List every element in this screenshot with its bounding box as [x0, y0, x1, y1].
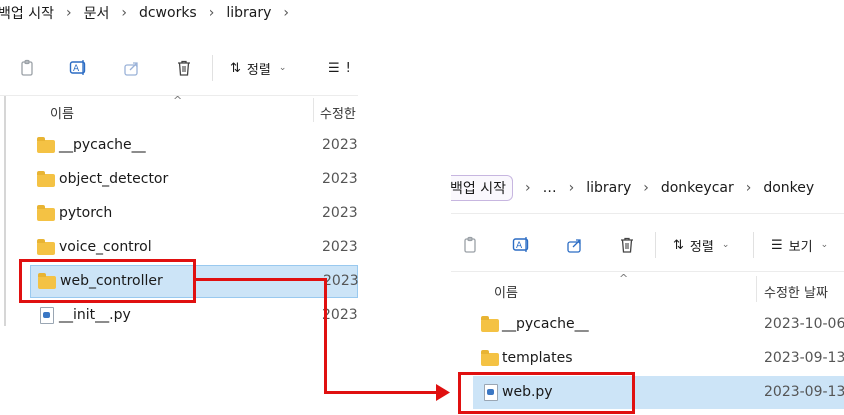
view-list-icon: ☰ — [771, 237, 783, 253]
sort-icon: ⇅ — [230, 60, 241, 76]
item-date: 2023- — [322, 171, 358, 187]
trash-icon[interactable] — [616, 234, 638, 256]
breadcrumb-separator — [451, 213, 844, 214]
column-header: 이름 ^ 수정한 날짜 — [451, 272, 844, 302]
view-button[interactable]: ☰ ! — [328, 61, 351, 76]
chevron-right-icon: › — [643, 180, 649, 196]
column-divider — [313, 98, 314, 122]
item-name: templates — [502, 350, 573, 366]
paste-icon[interactable] — [459, 234, 481, 256]
folder-icon — [481, 316, 499, 332]
toolbar: A ⇅ 정렬 ⌄ ☰ 보기 ⌄ — [451, 232, 844, 258]
paste-icon[interactable] — [16, 57, 38, 79]
column-name[interactable]: 이름 — [50, 103, 74, 122]
svg-text:A: A — [73, 64, 80, 74]
breadcrumb-item-library[interactable]: library — [586, 180, 631, 196]
chevron-right-icon: › — [65, 5, 72, 21]
sort-up-icon: ^ — [619, 272, 629, 285]
chevron-right-icon: › — [121, 5, 127, 21]
item-date: 2023- — [322, 307, 358, 323]
folder-icon — [37, 137, 55, 153]
chevron-down-icon: ⌄ — [721, 240, 730, 250]
sort-icon: ⇅ — [673, 237, 684, 253]
highlight-box-web-py — [458, 372, 635, 414]
item-date: 2023-09-13 . — [764, 384, 844, 400]
sort-button[interactable]: ⇅ 정렬 ⌄ — [230, 59, 286, 78]
list-item[interactable]: __init__.py 2023- — [0, 300, 358, 326]
item-name: voice_control — [59, 239, 152, 255]
folder-icon — [37, 239, 55, 255]
list-item[interactable]: object_detector 2023- — [0, 164, 358, 196]
toolbar-divider — [212, 55, 213, 81]
breadcrumb-item-donkeycar[interactable]: donkeycar — [661, 180, 734, 196]
list-item[interactable]: __pycache__ 2023- — [0, 130, 358, 162]
item-name: object_detector — [59, 171, 169, 187]
item-date: 2023-09-13 . — [764, 350, 844, 366]
toolbar-separator — [451, 271, 844, 272]
sort-label: 정렬 — [246, 62, 271, 78]
column-date[interactable]: 수정한 — [320, 103, 356, 122]
sort-up-icon: ^ — [173, 94, 183, 107]
share-icon[interactable] — [121, 57, 143, 79]
column-name[interactable]: 이름 — [494, 282, 518, 301]
svg-text:A: A — [516, 241, 523, 251]
breadcrumb-overflow[interactable]: … — [543, 180, 557, 196]
folder-icon — [37, 205, 55, 221]
python-file-icon — [40, 307, 54, 324]
item-name: pytorch — [59, 205, 113, 221]
chevron-right-icon: › — [208, 5, 215, 21]
chevron-right-icon: › — [524, 180, 531, 196]
arrow-line-horizontal-1 — [196, 278, 326, 281]
column-date[interactable]: 수정한 날짜 — [764, 282, 828, 301]
folder-icon — [37, 171, 55, 187]
list-item[interactable]: __pycache__ 2023-10-06 . — [451, 308, 844, 340]
toolbar-divider — [753, 232, 754, 258]
item-date: 2023- — [322, 137, 358, 153]
toolbar: A ⇅ 정렬 ⌄ ☰ ! — [0, 55, 358, 81]
view-label: 보기 — [788, 239, 813, 255]
breadcrumb: 백업 시작 › … › library › donkeycar › donkey — [451, 175, 844, 201]
column-header: 이름 ^ 수정한 — [0, 94, 358, 122]
list-item[interactable]: templates 2023-09-13 . — [451, 342, 844, 374]
item-name: __init__.py — [59, 307, 131, 323]
chevron-right-icon: › — [283, 5, 289, 21]
chevron-right-icon: › — [568, 180, 575, 196]
share-icon[interactable] — [564, 234, 586, 256]
list-item[interactable]: pytorch 2023- — [0, 198, 358, 230]
rename-icon[interactable]: A — [511, 234, 533, 256]
sort-label: 정렬 — [689, 239, 714, 255]
sort-button[interactable]: ⇅ 정렬 ⌄ — [673, 236, 729, 255]
item-date: 2023-10-06 . — [764, 316, 844, 332]
view-list-icon: ☰ — [328, 60, 340, 76]
breadcrumb-item-documents[interactable]: 문서 — [84, 3, 110, 23]
view-button[interactable]: ☰ 보기 ⌄ — [771, 236, 828, 255]
toolbar-divider — [655, 232, 656, 258]
chevron-right-icon: › — [745, 180, 752, 196]
item-date: 2023- — [322, 205, 358, 221]
item-name: __pycache__ — [59, 137, 146, 153]
column-divider — [756, 276, 757, 302]
item-name: __pycache__ — [502, 316, 589, 332]
arrow-line-horizontal-2 — [324, 391, 438, 394]
breadcrumb-item-backup[interactable]: 백업 시작 — [0, 3, 54, 23]
item-date: 2023- — [323, 273, 358, 289]
chevron-down-icon: ⌄ — [820, 240, 829, 250]
breadcrumb-item-backup[interactable]: 백업 시작 — [451, 175, 513, 201]
breadcrumb: 백업 시작 › 문서 › dcworks › library › — [0, 2, 358, 24]
item-date: 2023- — [322, 239, 358, 255]
breadcrumb-item-donkey[interactable]: donkey — [763, 180, 814, 196]
folder-icon — [481, 350, 499, 366]
breadcrumb-item-dcworks[interactable]: dcworks — [139, 5, 197, 21]
breadcrumb-item-library[interactable]: library — [226, 5, 271, 21]
arrow-head-icon — [436, 384, 450, 401]
chevron-down-icon: ⌄ — [278, 63, 287, 73]
trash-icon[interactable] — [173, 57, 195, 79]
arrow-line-vertical — [324, 278, 327, 393]
highlight-box-web-controller — [19, 259, 196, 303]
view-label: ! — [345, 60, 351, 76]
rename-icon[interactable]: A — [68, 57, 90, 79]
